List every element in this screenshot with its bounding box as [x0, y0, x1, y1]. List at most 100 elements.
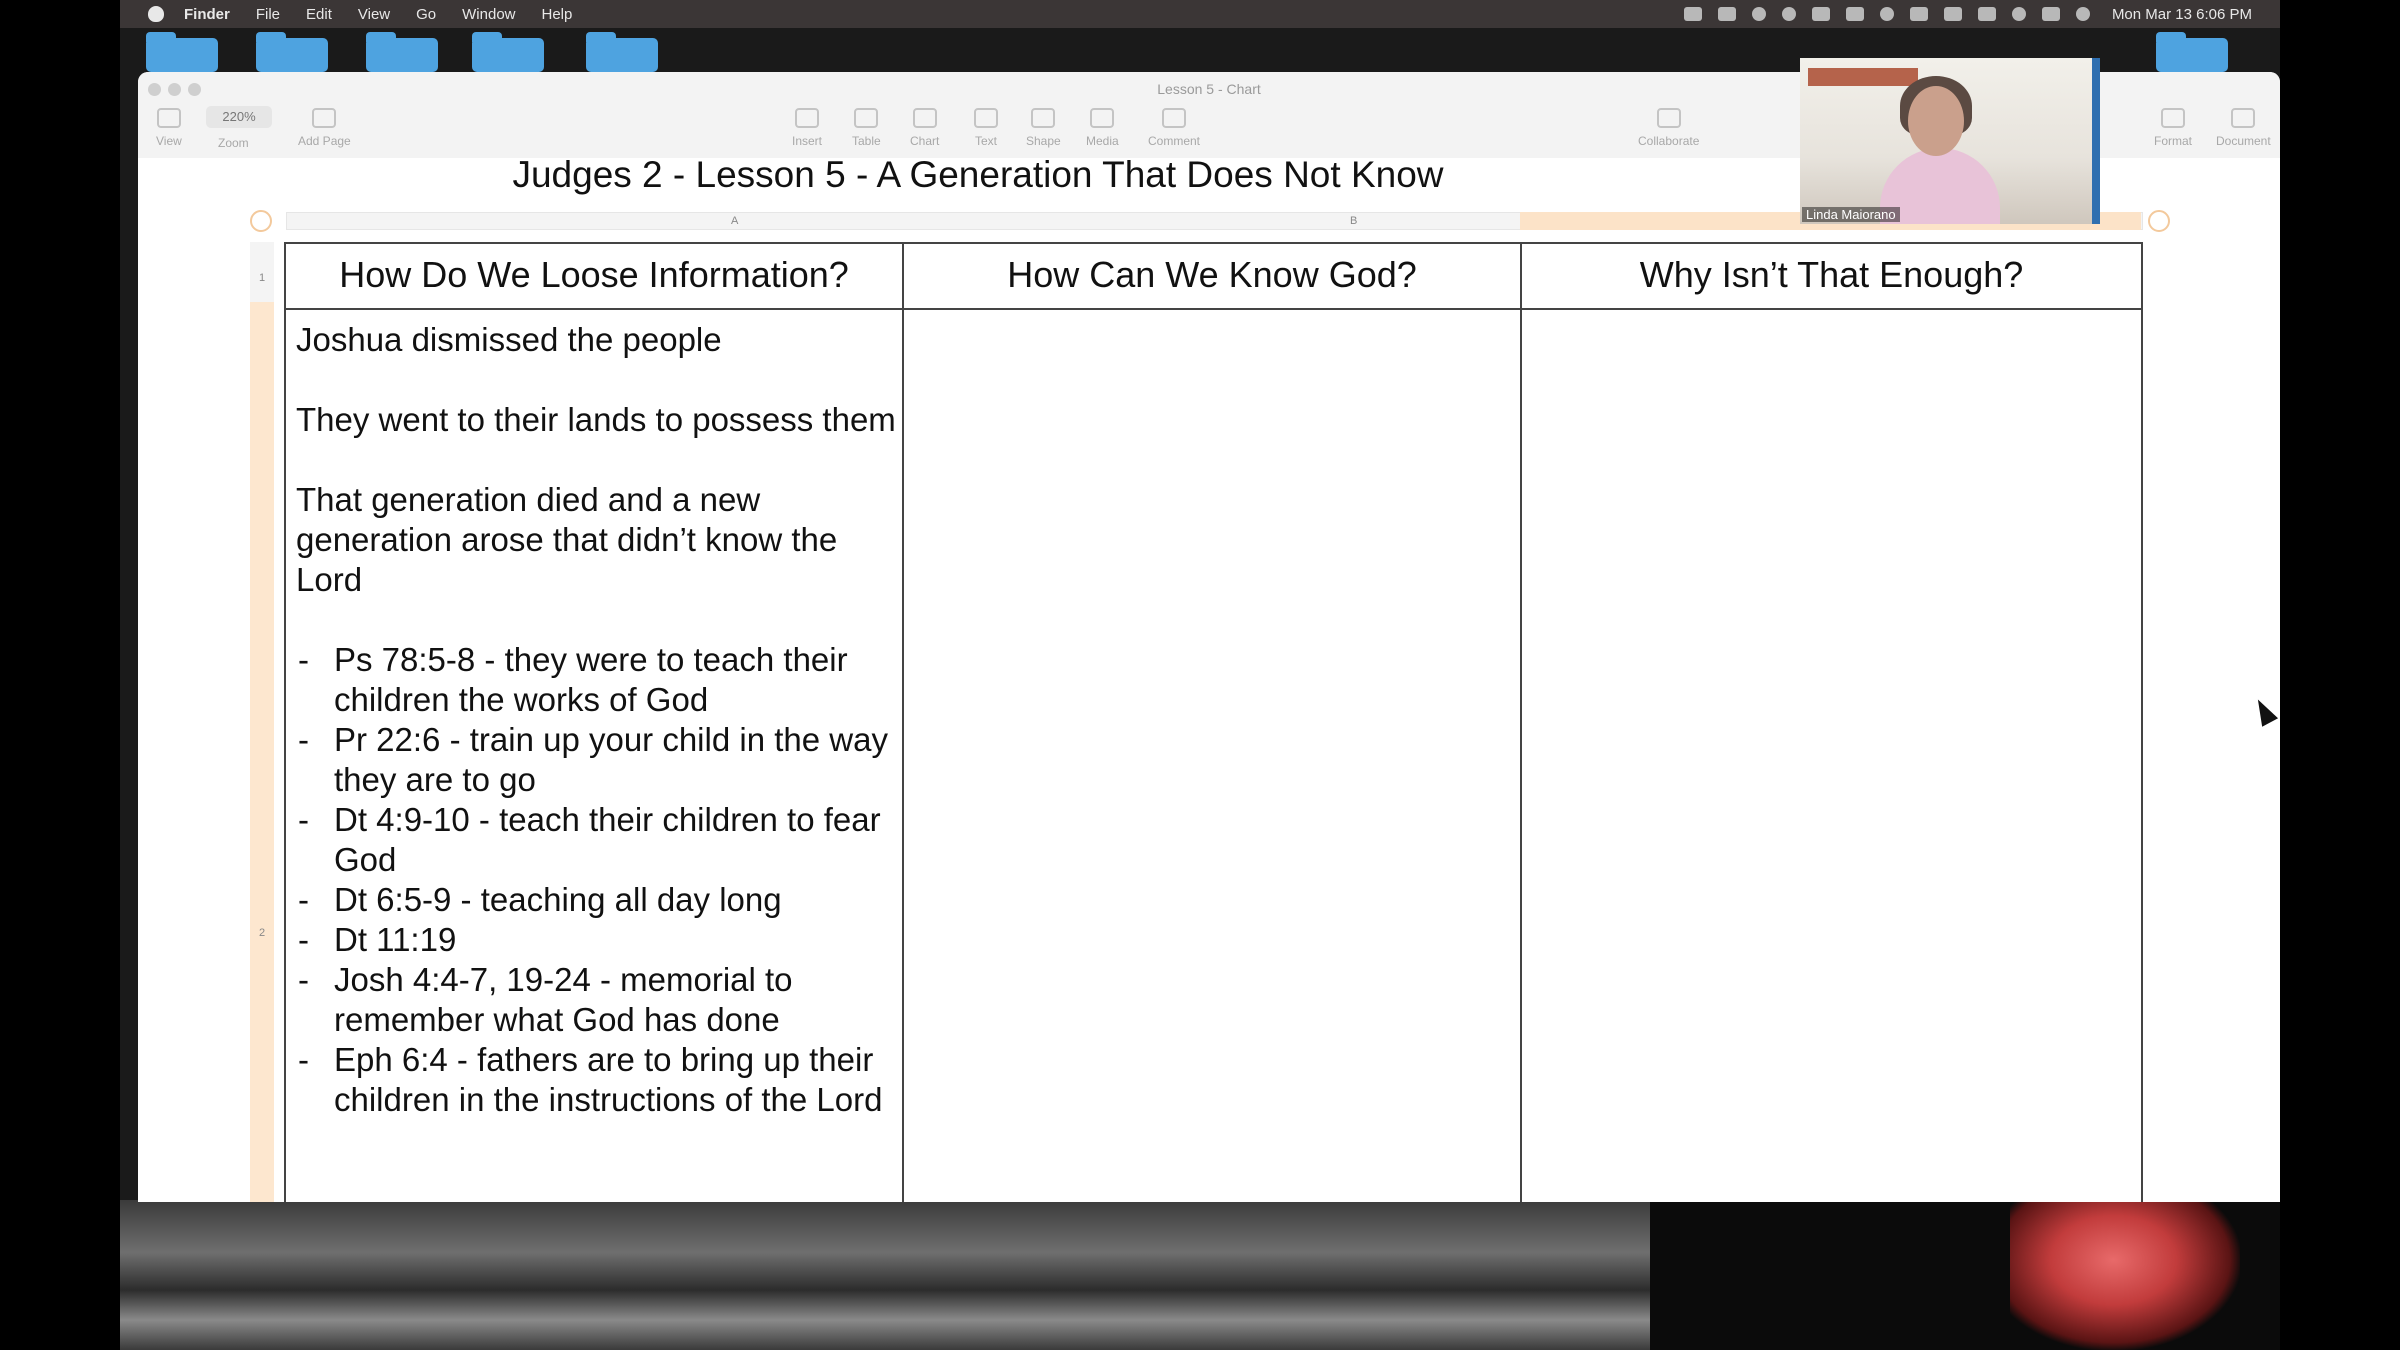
desktop-folder-icon[interactable]	[366, 32, 438, 72]
zoom-status-icon[interactable]	[1717, 7, 1736, 21]
shape-button[interactable]: Shape	[1026, 108, 1061, 148]
text-icon	[974, 108, 998, 128]
participant-video[interactable]: Linda Maiorano	[1800, 58, 2092, 224]
creative-cloud-icon[interactable]	[1683, 7, 1702, 21]
wallpaper-water	[120, 1200, 1650, 1350]
scripture-item: Pr 22:6 - train up your child in the way…	[296, 720, 896, 800]
chart-button[interactable]: Chart	[910, 108, 939, 148]
time-machine-icon[interactable]	[1879, 7, 1894, 21]
insert-label: Insert	[792, 134, 823, 148]
sidebar-icon	[156, 108, 181, 128]
table-label: Table	[852, 134, 881, 148]
scripture-item: Ps 78:5-8 - they were to teach their chi…	[296, 640, 896, 720]
scripture-item: Dt 6:5-9 - teaching all day long	[296, 880, 896, 920]
collaborate-button[interactable]: Collaborate	[1638, 108, 1699, 148]
video-border-strip	[2092, 58, 2100, 224]
table-border-left	[284, 242, 286, 1202]
zoom-dropdown[interactable]: 220%	[206, 106, 272, 128]
add-page-label: Add Page	[298, 134, 351, 148]
add-column-icon[interactable]	[2148, 210, 2170, 232]
header-cell-c[interactable]: Why Isn’t That Enough?	[1522, 242, 2141, 308]
desktop-folder-icon[interactable]	[2156, 32, 2228, 72]
desktop-folder-icon[interactable]	[472, 32, 544, 72]
cell-paragraph: They went to their lands to possess them	[296, 401, 896, 438]
collaborate-label: Collaborate	[1638, 134, 1700, 148]
table-icon	[854, 108, 879, 128]
row-ruler[interactable]	[250, 242, 274, 1202]
control-center-icon[interactable]	[2041, 7, 2060, 21]
table-border-right	[2141, 242, 2143, 1202]
bluetooth-icon[interactable]	[1977, 7, 1996, 21]
view-button[interactable]: View	[156, 108, 182, 148]
search-icon[interactable]	[2011, 7, 2026, 21]
menu-bar: Finder File Edit View Go Window Help Mon…	[120, 0, 2280, 28]
view-label: View	[156, 134, 182, 148]
shape-icon	[1031, 108, 1056, 128]
media-label: Media	[1086, 134, 1119, 148]
menu-window[interactable]: Window	[462, 6, 515, 23]
format-button[interactable]: Format	[2154, 108, 2192, 148]
participant-head	[1908, 86, 1964, 156]
desktop-folder-icon[interactable]	[256, 32, 328, 72]
comment-button[interactable]: Comment	[1148, 108, 1200, 148]
text-label: Text	[974, 134, 997, 148]
menu-clock[interactable]: Mon Mar 13 6:06 PM	[2112, 6, 2252, 23]
menu-go[interactable]: Go	[416, 6, 436, 23]
document-button[interactable]: Document	[2216, 108, 2271, 148]
cell-paragraph: Joshua dismissed the people	[296, 321, 722, 358]
table-button[interactable]: Table	[852, 108, 881, 148]
wallpaper-red-shape	[2010, 1200, 2240, 1350]
siri-icon[interactable]	[2075, 7, 2090, 21]
desktop-folder-icon[interactable]	[146, 32, 218, 72]
format-icon	[2161, 108, 2185, 128]
cell-a2[interactable]: Joshua dismissed the people They went to…	[296, 320, 896, 1120]
row-number-1[interactable]: 1	[250, 272, 274, 284]
participant-name-label: Linda Maiorano	[1802, 207, 1900, 222]
table-handle-icon[interactable]	[250, 210, 272, 232]
zoom-label: Zoom	[218, 136, 249, 150]
cell-paragraph: That generation died and a new generatio…	[296, 481, 838, 598]
menu-file[interactable]: File	[256, 6, 280, 23]
desktop-folder-icon[interactable]	[586, 32, 658, 72]
menu-finder[interactable]: Finder	[184, 6, 230, 23]
add-page-icon	[312, 108, 337, 128]
format-label: Format	[2154, 134, 2193, 148]
mail-icon[interactable]	[1811, 7, 1830, 21]
menu-view[interactable]: View	[358, 6, 390, 23]
scripture-item: Eph 6:4 - fathers are to bring up their …	[296, 1040, 896, 1120]
comment-icon	[1162, 108, 1186, 128]
scripture-item: Josh 4:4-7, 19-24 - memorial to remember…	[296, 960, 896, 1040]
insert-icon	[795, 108, 819, 128]
media-button[interactable]: Media	[1086, 108, 1119, 148]
row-number-2[interactable]: 2	[250, 927, 274, 939]
header-cell-b[interactable]: How Can We Know God?	[904, 242, 1520, 308]
focus-icon[interactable]	[1781, 7, 1796, 21]
document-title[interactable]: Judges 2 - Lesson 5 - A Generation That …	[138, 154, 1818, 196]
shape-label: Shape	[1026, 134, 1061, 148]
comment-label: Comment	[1148, 134, 1201, 148]
cell-b2[interactable]	[904, 310, 1518, 1202]
cell-c2[interactable]	[1522, 310, 2139, 1202]
pages-window: Lesson 5 - Chart View 220% Zoom Add Page…	[138, 72, 2280, 1202]
header-cell-a[interactable]: How Do We Loose Information?	[286, 242, 902, 308]
scripture-list: Ps 78:5-8 - they were to teach their chi…	[296, 640, 896, 1120]
eject-icon[interactable]	[1909, 7, 1928, 21]
chart-label: Chart	[910, 134, 940, 148]
column-letter-a[interactable]: A	[731, 213, 738, 229]
document-label: Document	[2216, 134, 2271, 148]
video-shelf	[1808, 68, 1918, 86]
add-page-button[interactable]: Add Page	[298, 108, 351, 148]
battery-icon[interactable]	[1845, 7, 1864, 21]
menu-help[interactable]: Help	[542, 6, 573, 23]
scripture-item: Dt 11:19	[296, 920, 896, 960]
collaborate-icon	[1656, 108, 1681, 128]
column-letter-b[interactable]: B	[1350, 213, 1357, 229]
apple-icon[interactable]	[148, 6, 164, 22]
insert-button[interactable]: Insert	[792, 108, 822, 148]
lesson-table: How Do We Loose Information? How Can We …	[284, 242, 2143, 1202]
moon-icon[interactable]	[1751, 7, 1766, 21]
text-button[interactable]: Text	[974, 108, 998, 148]
scripture-item: Dt 4:9-10 - teach their children to fear…	[296, 800, 896, 880]
menu-edit[interactable]: Edit	[306, 6, 332, 23]
screen-mirroring-icon[interactable]	[1943, 7, 1962, 21]
